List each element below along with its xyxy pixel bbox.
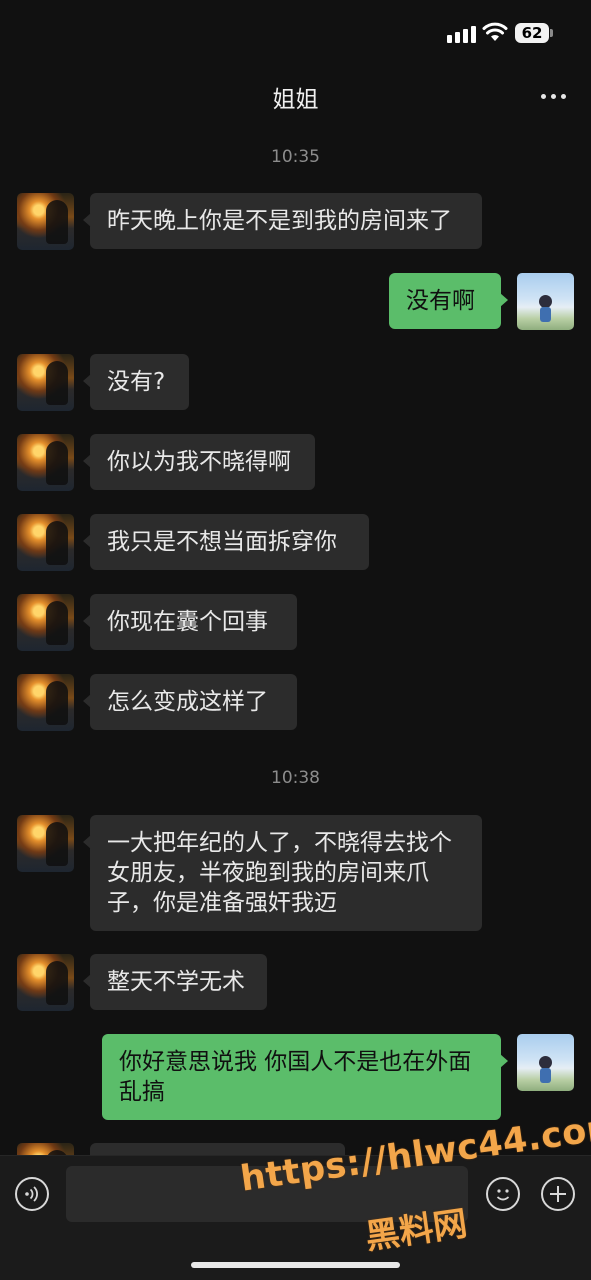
signal-icon [447,25,477,43]
message-bubble-sent[interactable]: 没有啊 [389,273,508,329]
message-bubble-received[interactable]: 你以为我不晓得啊 [83,434,315,490]
battery-level: 62 [521,24,543,42]
message-bubble-received[interactable]: 怎么变成这样了 [83,674,297,730]
user-avatar[interactable] [517,1034,574,1091]
contact-avatar[interactable] [17,193,74,250]
emoji-icon[interactable] [486,1177,520,1211]
message-bubble-received[interactable]: 没有? [83,354,189,410]
contact-avatar[interactable] [17,434,74,491]
message-bubble-received[interactable]: 一大把年纪的人了，不晓得去找个女朋友，半夜跑到我的房间来爪子，你是准备强奸我迈 [83,815,482,931]
contact-avatar[interactable] [17,674,74,731]
message-bubble-received[interactable]: 你现在囊个回事 [83,594,297,650]
contact-avatar[interactable] [17,354,74,411]
user-avatar[interactable] [517,273,574,330]
contact-avatar[interactable] [17,815,74,872]
timestamp: 10:35 [271,147,320,167]
wifi-icon [482,22,508,41]
contact-avatar[interactable] [17,594,74,651]
message-bubble-received[interactable]: 整天不学无术 [83,954,267,1010]
timestamp: 10:38 [271,768,320,788]
plus-icon[interactable] [541,1177,575,1211]
contact-avatar[interactable] [17,954,74,1011]
status-bar: 62 [0,0,591,66]
contact-avatar[interactable] [17,514,74,571]
chat-screen: 62 姐姐 10:35 昨天晚上你是不是到我的房间来了 没有啊 没有? 你以为我… [0,0,591,1280]
message-bubble-received[interactable]: 我只是不想当面拆穿你 [83,514,369,570]
message-bubble-sent[interactable]: 你好意思说我 你国人不是也在外面乱搞 [102,1034,508,1120]
voice-icon[interactable] [15,1177,49,1211]
battery-icon: 62 [515,23,549,43]
chat-title: 姐姐 [272,87,319,113]
home-indicator[interactable] [191,1262,400,1268]
more-icon[interactable] [536,83,570,109]
battery-tip [550,29,553,37]
message-bubble-received[interactable]: 昨天晚上你是不是到我的房间来了 [83,193,482,249]
